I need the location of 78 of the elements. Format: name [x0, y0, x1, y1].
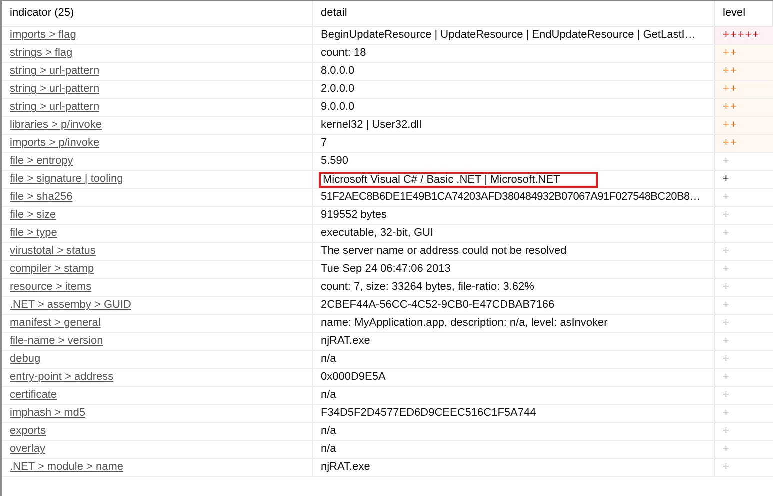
table-cell-text: njRAT.exe — [320, 460, 372, 476]
table-cell-text: F34D5F2D4577ED6D9CEEC516C1F5A744 — [320, 406, 538, 422]
column-header[interactable]: level — [715, 1, 773, 26]
indicator-link[interactable]: .NET > assemby > GUID — [10, 297, 132, 314]
level-cell: ++ — [715, 63, 773, 80]
level-cell-text: + — [722, 406, 732, 422]
level-cell: ++ — [715, 81, 773, 98]
table-cell-text: kernel32 | User32.dll — [320, 118, 423, 134]
level-cell-text: + — [722, 244, 732, 260]
indicator-link[interactable]: resource > items — [10, 279, 92, 296]
table-cell-text: name: MyApplication.app, description: n/a, level: asInvoker — [320, 316, 609, 332]
indicator-link[interactable]: string > url-pattern — [10, 99, 100, 116]
level-cell-text: + — [722, 262, 732, 278]
table-cell-text: executable, 32-bit, GUI — [320, 226, 435, 242]
table-cell-text: 5.590 — [320, 154, 350, 170]
indicator-link[interactable]: file > size — [10, 207, 56, 224]
table-cell-text: n/a — [320, 442, 338, 458]
indicator-link[interactable]: .NET > module > name — [10, 459, 124, 476]
level-cell: ++ — [715, 99, 773, 116]
indicator-link[interactable]: imports > p/invoke — [10, 135, 100, 152]
level-cell: +++++ — [715, 27, 773, 44]
column-header[interactable]: detail — [313, 1, 715, 26]
indicator-link[interactable]: imphash > md5 — [10, 405, 86, 422]
table-cell-text: 0x000D9E5A — [320, 370, 387, 386]
table-cell-text: count: 7, size: 33264 bytes, file-ratio: 3.62% — [320, 280, 536, 296]
level-cell-text: + — [722, 316, 732, 332]
indicator-link[interactable]: virustotal > status — [10, 243, 96, 260]
level-cell-text: + — [722, 172, 732, 188]
table-cell-text: 2.0.0.0 — [320, 82, 356, 98]
level-cell-text: + — [722, 388, 732, 404]
level-cell-text: + — [722, 226, 732, 242]
table-cell-text: n/a — [320, 388, 338, 404]
indicator-link[interactable]: string > url-pattern — [10, 63, 100, 80]
table-cell-text: count: 18 — [320, 46, 368, 62]
level-cell-text: + — [722, 424, 732, 440]
table-cell-text: n/a — [320, 352, 338, 368]
indicator-link[interactable]: certificate — [10, 387, 58, 404]
indicator-link[interactable]: exports — [10, 423, 46, 440]
indicator-link[interactable]: overlay — [10, 441, 46, 458]
table-cell-text: BeginUpdateResource | UpdateResource | EndUpdateResource | GetLastI… — [320, 28, 697, 44]
level-cell-text: + — [722, 352, 732, 368]
level-cell-text: + — [722, 190, 732, 206]
table-cell-text: 8.0.0.0 — [320, 64, 356, 80]
indicator-link[interactable]: strings > flag — [10, 45, 73, 62]
table-cell-text: 919552 bytes — [320, 208, 388, 224]
level-cell: ++ — [715, 117, 773, 134]
indicator-link[interactable]: file > signature | tooling — [10, 171, 124, 188]
table-cell-text: 51F2AEC8B6DE1E49B1CA74203AFD380484932B07067A91F027548BC20B8… — [320, 190, 702, 206]
table-cell-text: The server name or address could not be resolved — [320, 244, 568, 260]
table-cell-text: 2CBEF44A-56CC-4C52-9CB0-E47CDBAB7166 — [320, 298, 556, 314]
table-cell-text: 9.0.0.0 — [320, 100, 356, 116]
indicator-link[interactable]: libraries > p/invoke — [10, 117, 102, 134]
indicator-link[interactable]: entry-point > address — [10, 369, 114, 386]
level-cell: ++ — [715, 45, 773, 62]
indicator-link[interactable]: compiler > stamp — [10, 261, 94, 278]
column-header[interactable]: indicator (25) — [2, 1, 313, 26]
indicator-link[interactable]: string > url-pattern — [10, 81, 100, 98]
indicator-link[interactable]: manifest > general — [10, 315, 101, 332]
level-cell-text: + — [722, 208, 732, 224]
table-cell: Microsoft Visual C# / Basic .NET | Microsoft.NET — [319, 172, 598, 188]
indicator-link[interactable]: file > type — [10, 225, 58, 242]
table-cell-text: Tue Sep 24 06:47:06 2013 — [320, 262, 452, 278]
level-cell-text: + — [722, 442, 732, 458]
indicator-link[interactable]: debug — [10, 351, 41, 368]
level-cell-text: + — [722, 334, 732, 350]
indicator-link[interactable]: imports > flag — [10, 27, 76, 44]
indicator-link[interactable]: file > sha256 — [10, 189, 73, 206]
table-cell-text: 7 — [320, 136, 328, 152]
level-cell-text: + — [722, 370, 732, 386]
level-cell-text: + — [722, 298, 732, 314]
table-cell-text: n/a — [320, 424, 338, 440]
level-cell-text: + — [722, 460, 732, 476]
indicator-link[interactable]: file > entropy — [10, 153, 74, 170]
level-cell: ++ — [715, 135, 773, 152]
indicator-link[interactable]: file-name > version — [10, 333, 104, 350]
level-cell-text: + — [722, 280, 732, 296]
level-cell-text: + — [722, 154, 732, 170]
table-cell-text: njRAT.exe — [320, 334, 372, 350]
